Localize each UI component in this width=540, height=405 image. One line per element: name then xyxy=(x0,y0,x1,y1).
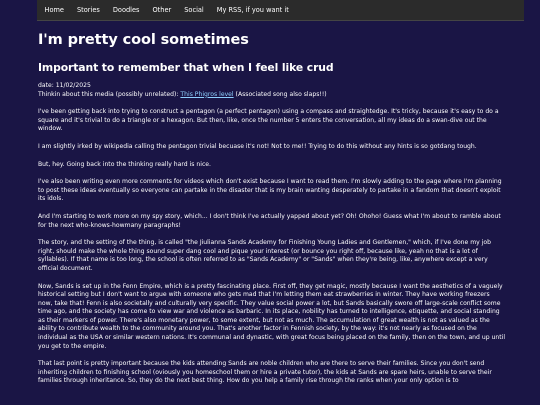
nav-link-home[interactable]: Home xyxy=(38,0,70,21)
post-paragraph-6: The story, and the setting of the thing,… xyxy=(38,239,491,272)
media-suffix: (Associated song also slaps!!) xyxy=(233,90,327,98)
nav-link-rss[interactable]: My RSS, if you want it xyxy=(210,0,295,21)
media-prefix: Thinkin about this media (possibly unrel… xyxy=(38,90,181,98)
top-nav-bar: Home Stories Doodles Other Social My RSS… xyxy=(37,0,524,21)
nav-link-doodles[interactable]: Doodles xyxy=(106,0,146,21)
post-date: date: 11/02/2025 xyxy=(38,82,91,89)
nav-link-other[interactable]: Other xyxy=(146,0,178,21)
post-subtitle: Important to remember that when I feel l… xyxy=(38,61,334,74)
nav-link-social[interactable]: Social xyxy=(178,0,211,21)
post-title: I'm pretty cool sometimes xyxy=(38,32,249,48)
post-paragraph-4: I've also been writing even more comment… xyxy=(38,178,502,203)
post-paragraph-5: And I'm starting to work more on my spy … xyxy=(38,212,501,229)
media-link[interactable]: This Phigros level xyxy=(180,91,233,98)
blog-post: I'm pretty cool sometimes Important to r… xyxy=(38,30,506,386)
post-paragraph-1: I've been getting back into trying to co… xyxy=(38,108,499,133)
post-paragraph-8: That last point is pretty important beca… xyxy=(38,360,492,385)
post-paragraph-7: Now, Sands is set up in the Fenn Empire,… xyxy=(38,282,506,350)
page: Home Stories Doodles Other Social My RSS… xyxy=(0,0,540,405)
post-meta: date: 11/02/2025 Thinkin about this medi… xyxy=(38,82,506,99)
post-paragraph-3: But, hey. Going back into the thinking r… xyxy=(38,160,211,168)
nav-link-stories[interactable]: Stories xyxy=(70,0,106,21)
media-line: Thinkin about this media (possibly unrel… xyxy=(38,91,506,100)
post-paragraph-2: I am slightly irked by wikipedia calling… xyxy=(38,142,477,150)
